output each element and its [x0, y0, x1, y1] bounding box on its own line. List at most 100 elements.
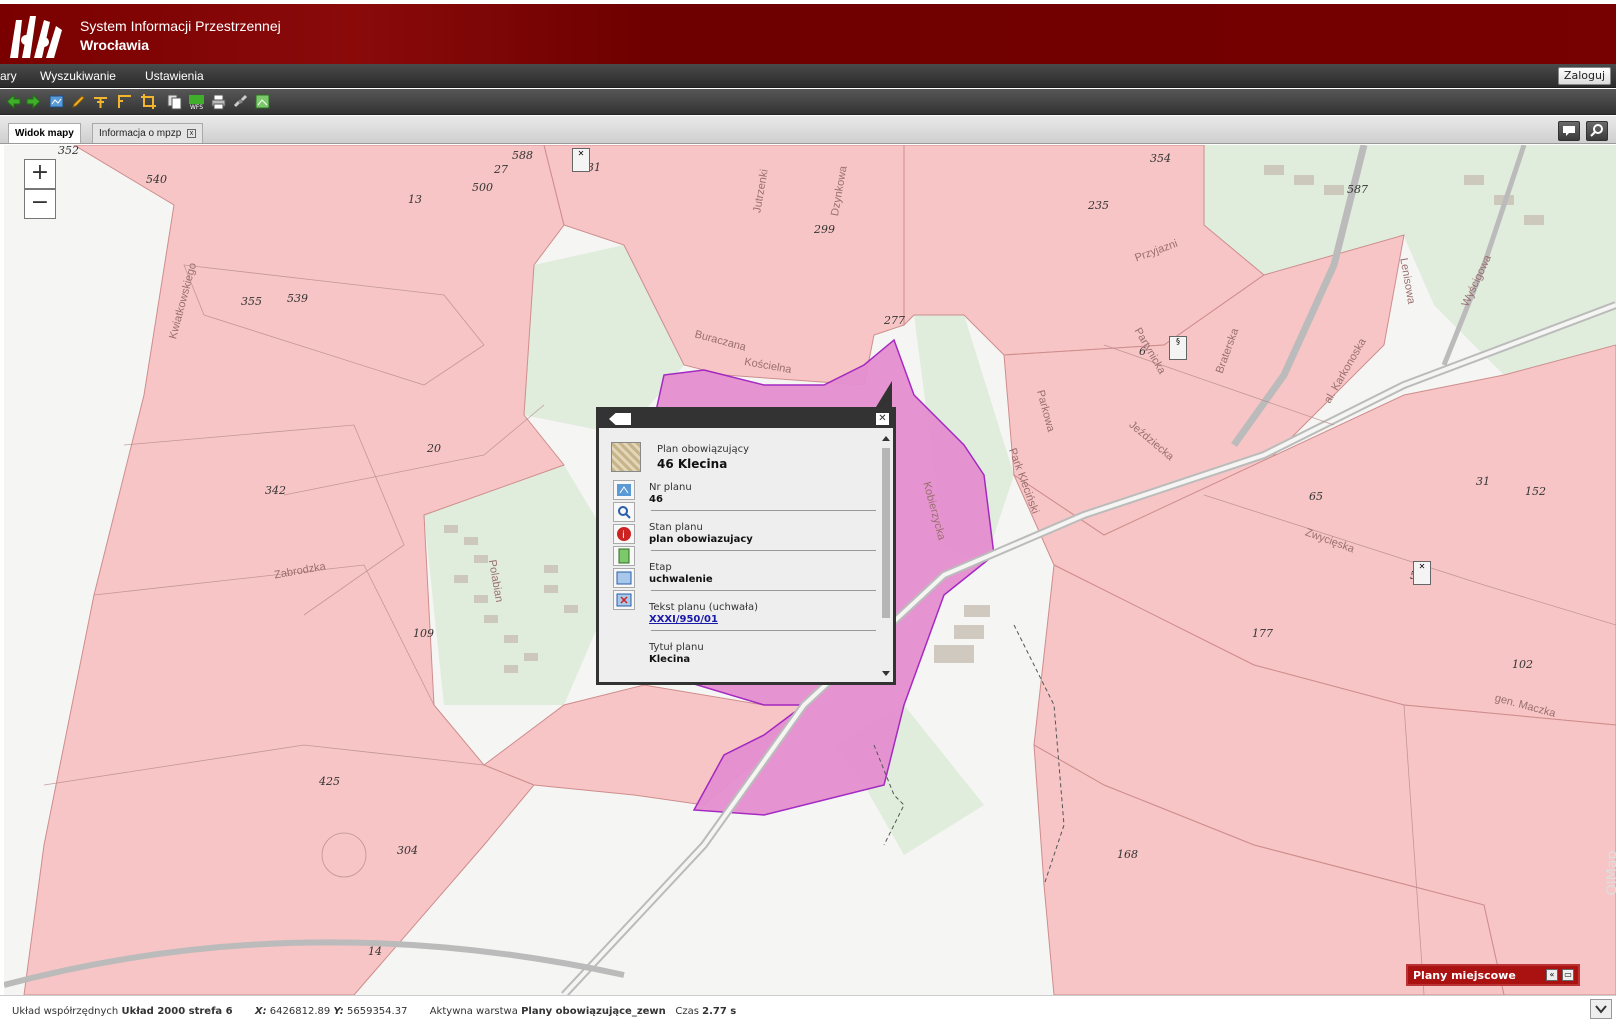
app-title-line2: Wrocławia	[80, 37, 149, 53]
parcel-number: 587	[1347, 183, 1368, 196]
active-layer-value: Plany obowiązujące_zewn	[521, 1006, 666, 1017]
menu-item-settings[interactable]: Ustawienia	[145, 69, 204, 83]
time-label: Czas	[675, 1006, 699, 1017]
field-value: Klecina	[649, 654, 691, 665]
menu-item-search[interactable]: Wyszukiwanie	[40, 69, 116, 83]
popup-header: ✕	[599, 410, 893, 428]
field-separator	[651, 590, 876, 591]
coord-system-value: Układ 2000 strefa 6	[121, 1006, 233, 1017]
parcel-number: 425	[319, 775, 340, 788]
popup-close-icon[interactable]: ✕	[876, 413, 889, 425]
parcel-number: 540	[146, 173, 167, 186]
tab-map-view[interactable]: Widok mapy	[8, 123, 81, 143]
field-separator	[651, 550, 876, 551]
plan-name: 46 Klecina	[657, 457, 728, 471]
map-marker-x[interactable]: ✕	[1413, 561, 1431, 585]
resolution-link[interactable]: XXXI/950/01	[649, 614, 718, 625]
parcel-number: 500	[472, 181, 493, 194]
chevron-down-icon[interactable]	[1590, 999, 1612, 1019]
parcel-number: 20	[427, 442, 441, 455]
popup-scrollbar[interactable]	[881, 436, 891, 676]
x-label: X:	[254, 1006, 267, 1017]
zoom-in-button[interactable]: +	[24, 159, 56, 189]
wms-icon[interactable]: WFS	[188, 93, 205, 110]
map-extent-icon[interactable]	[48, 93, 65, 110]
copy-icon[interactable]	[166, 93, 183, 110]
scroll-up-icon[interactable]	[882, 436, 890, 441]
parcel-number: 539	[287, 292, 308, 305]
scroll-down-icon[interactable]	[882, 671, 890, 676]
link-icon[interactable]	[232, 93, 249, 110]
tab-mpzp-info-label: Informacja o mpzp	[99, 128, 182, 139]
remove-layer-icon[interactable]	[613, 590, 635, 610]
zoom-out-button[interactable]: −	[24, 189, 56, 219]
tab-bar: Widok mapy Informacja o mpzp x	[0, 116, 1616, 144]
tab-map-view-label: Widok mapy	[15, 128, 74, 139]
export-icon[interactable]	[613, 568, 635, 588]
info-icon[interactable]: i	[613, 524, 635, 544]
back-arrow-icon[interactable]	[5, 93, 22, 110]
document-icon[interactable]	[613, 546, 635, 566]
y-coordinate: 5659354.37	[347, 1006, 408, 1017]
parcel-number: 102	[1512, 658, 1533, 671]
forward-arrow-icon[interactable]	[25, 93, 42, 110]
comment-icon[interactable]	[1558, 121, 1580, 141]
tab-mpzp-info[interactable]: Informacja o mpzp x	[92, 123, 204, 143]
zoom-to-plan-icon[interactable]	[613, 480, 635, 500]
toolbar: WFS	[0, 89, 1616, 115]
list-icon[interactable]	[609, 413, 631, 425]
field-label: Etap	[649, 562, 672, 573]
active-layer-label: Aktywna warstwa	[429, 1006, 518, 1017]
menu-item-layers[interactable]: ary	[0, 69, 17, 83]
plan-info-popup: ✕ Plan obowiązujący 46 Klecina i Nr plan…	[596, 407, 896, 685]
popup-pointer	[876, 381, 892, 407]
field-label: Tytuł planu	[649, 642, 704, 653]
svg-text:WFS: WFS	[190, 104, 203, 110]
map-marker-x[interactable]: ✕	[572, 148, 590, 172]
tab-close-icon[interactable]: x	[187, 129, 197, 138]
x-coordinate: 6426812.89	[269, 1006, 331, 1017]
app-header: System Informacji Przestrzennej Wrocławi…	[0, 0, 1616, 64]
parcel-number: 109	[413, 627, 434, 640]
svg-text:i: i	[622, 530, 625, 541]
parcel-number: 27	[494, 163, 508, 176]
parcel-number: 13	[408, 193, 422, 206]
parcel-number: 277	[884, 314, 905, 327]
menu-bar: ary Wyszukiwanie Ustawienia Zaloguj	[0, 64, 1616, 88]
time-value: 2.77 s	[702, 1006, 737, 1017]
plan-map-thumbnail-icon	[611, 442, 641, 472]
parcel-number: 588	[512, 149, 533, 162]
city-logo-icon[interactable]	[4, 10, 66, 66]
map-marker-paragraph[interactable]: §	[1169, 336, 1187, 360]
popup-body[interactable]: Plan obowiązujący 46 Klecina i Nr planu …	[599, 428, 893, 682]
app-title-line1: System Informacji Przestrzennej	[80, 18, 281, 34]
legend-panel[interactable]: Plany miejscowe « ▭	[1406, 964, 1580, 986]
login-button[interactable]: Zaloguj	[1557, 67, 1611, 85]
field-label: Stan planu	[649, 522, 703, 533]
parcel-number: 299	[814, 223, 835, 236]
field-value: plan obowiazujacy	[649, 534, 753, 545]
collapse-icon[interactable]: «	[1546, 969, 1558, 981]
parcel-number: 14	[368, 945, 382, 958]
status-bar: Układ współrzędnych Układ 2000 strefa 6 …	[0, 995, 1616, 1027]
legend-title: Plany miejscowe	[1413, 969, 1516, 982]
parcel-number: 354	[1150, 152, 1171, 165]
parcel-number: 65	[1309, 490, 1323, 503]
map-attribution: OIMap	[1604, 850, 1616, 896]
field-label: Tekst planu (uchwała)	[649, 602, 759, 613]
measure-distance-icon[interactable]	[92, 93, 109, 110]
field-value: 46	[649, 494, 663, 505]
measure-angle-icon[interactable]	[116, 93, 133, 110]
search-icon[interactable]	[613, 502, 635, 522]
status-text: Układ współrzędnych Układ 2000 strefa 6 …	[12, 1006, 736, 1017]
minimize-icon[interactable]: ▭	[1562, 969, 1574, 981]
print-icon[interactable]	[210, 93, 227, 110]
scroll-thumb[interactable]	[882, 448, 890, 618]
search-map-icon[interactable]	[1586, 121, 1608, 141]
parcel-number: 352	[58, 145, 79, 157]
pencil-icon[interactable]	[70, 93, 87, 110]
field-value: uchwalenie	[649, 574, 713, 585]
crop-icon[interactable]	[140, 93, 157, 110]
export-image-icon[interactable]	[254, 93, 271, 110]
coord-system-label: Układ współrzędnych	[12, 1006, 119, 1017]
